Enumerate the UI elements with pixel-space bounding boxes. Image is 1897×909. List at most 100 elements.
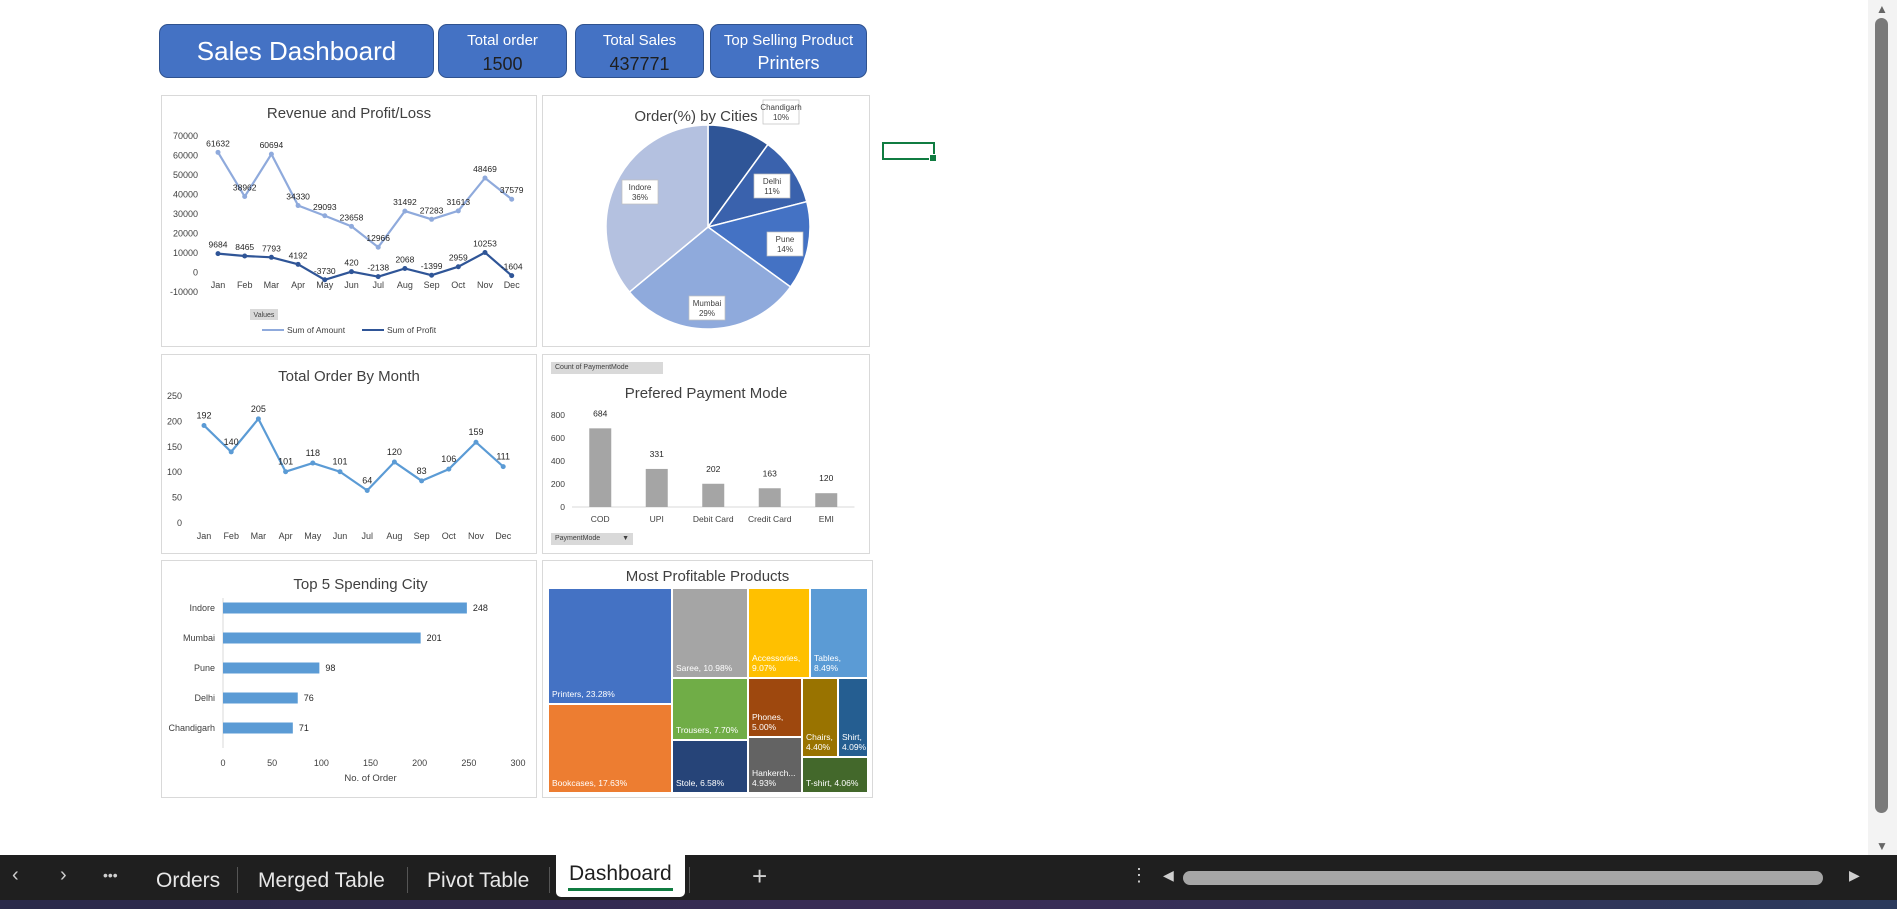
y-tick-label: -10000 [170,287,198,297]
sheet-tab-bar: ‹ › ••• Orders Merged Table Pivot Table … [0,855,1897,900]
x-tick-label: Aug [386,531,402,541]
profit-point [322,277,328,283]
city-bar [223,662,320,674]
orders-point [500,464,506,470]
add-sheet-icon[interactable]: + [752,861,767,892]
fill-handle[interactable] [929,154,937,162]
dropdown-arrow-icon: ▼ [622,535,629,542]
pie-label-pct: 11% [764,187,779,196]
y-tick-label: 200 [167,416,182,426]
top-cities-bar-chart[interactable]: Top 5 Spending City Indore 248 Mumbai 201 Pu… [161,560,537,798]
legend-amount-label: Sum of Amount [287,325,346,335]
profit-data-label: 9684 [209,240,228,250]
cities-pie-chart[interactable]: Order(%) by Cities Chandigarh 10% Delhi 11%… [542,95,870,347]
chevron-right-icon[interactable]: › [60,864,67,887]
profit-data-label: 7793 [262,243,281,253]
orders-data-label: 120 [387,447,402,457]
treemap-tile-label: T-shirt, 4.06% [806,778,859,788]
payment-data-label: 331 [650,449,664,459]
orders-point [446,466,452,472]
more-tabs-icon[interactable]: ••• [103,867,118,883]
pie-chart-plot: Chandigarh10% Delhi11% Pune14% Mumbai29% Ind… [605,99,811,330]
payment-category-label: Debit Card [693,514,734,524]
selected-cell[interactable] [882,142,937,162]
payment-category-label: EMI [819,514,834,524]
scroll-right-icon[interactable]: ▶ [1849,867,1860,884]
x-tick-label: Oct [442,531,457,541]
scroll-left-icon[interactable]: ◀ [1163,867,1174,884]
y-tick-label: 40000 [173,190,198,200]
taskbar-strip [0,900,1897,909]
payment-mode-chart[interactable]: Count of PaymentMode Prefered Payment Mo… [542,354,870,554]
y-tick-label: 70000 [173,131,198,141]
treemap-tile-label: Hankerch... 4.93% [752,768,796,788]
orders-data-label: 101 [278,457,293,467]
treemap-title: Most Profitable Products [625,568,790,585]
city-bar [223,722,293,734]
y-tick-label: 20000 [173,229,198,239]
amount-point [268,151,274,157]
y-tick-label: 0 [193,268,198,278]
top-product-card: Top Selling Product Printers [710,24,867,78]
profit-point [242,253,248,259]
x-tick-label: Feb [237,280,253,290]
paymentmode-filter-button[interactable]: PaymentMode ▼ [551,533,633,545]
orders-point [391,459,397,465]
profit-data-label: 8465 [235,242,254,252]
treemap-tile: Accessories, 9.07% [749,589,809,677]
profit-point [349,269,354,275]
vertical-scrollbar[interactable]: ▲ ▼ [1868,0,1897,855]
orders-data-label: 101 [332,457,347,467]
orders-point [283,469,289,475]
y-tick-label: 50 [172,493,182,503]
city-data-label: 98 [325,663,335,673]
revenue-chart-plot: 70000 60000 50000 40000 30000 20000 10000 0 -100… [170,131,524,335]
x-tick-label: Jul [361,531,373,541]
x-tick-label: Nov [477,280,494,290]
profit-point [455,264,461,270]
profit-data-label: 2959 [449,253,468,263]
pie-label-pct: 10% [773,113,789,122]
top-product-value: Printers [757,53,820,73]
y-tick-label: 200 [551,479,565,489]
payment-category-label: COD [591,514,610,524]
amount-point [375,244,381,250]
horizontal-scroll-thumb[interactable] [1183,871,1823,885]
y-tick-label: 30000 [173,209,198,219]
x-tick-label: Mar [264,280,280,290]
profit-data-label: -2138 [367,263,389,273]
scroll-down-icon[interactable]: ▼ [1876,839,1888,853]
tab-dashboard[interactable]: Dashboard [556,855,685,897]
pie-label-name: Delhi [763,177,781,186]
orders-data-label: 205 [251,404,266,414]
amount-point [402,208,408,214]
orders-point [228,449,234,455]
payment-data-label: 202 [706,464,720,474]
orders-by-month-chart[interactable]: Total Order By Month 250 200 150 100 50 0 Jan F… [161,354,537,554]
x-tick-label: Jun [344,280,359,290]
tab-orders[interactable]: Orders [156,869,220,893]
orders-point [337,469,343,475]
y-tick-label: 10000 [173,248,198,258]
orders-point [473,439,479,445]
total-sales-value: 437771 [609,54,670,74]
x-tick-label: Apr [279,531,293,541]
orders-data-label: 140 [224,437,239,447]
tab-separator [549,867,550,893]
tab-merged-table[interactable]: Merged Table [258,869,385,893]
orders-data-label: 118 [306,448,320,458]
profitable-products-treemap[interactable]: Most Profitable Products Printers, 23.28… [542,560,873,798]
scroll-up-icon[interactable]: ▲ [1876,2,1888,16]
vertical-scroll-thumb[interactable] [1875,18,1888,813]
amount-point [455,208,461,214]
treemap-tile: Chairs, 4.40% [803,679,837,756]
y-tick-label: 250 [167,391,182,401]
more-options-icon[interactable]: ⋮ [1130,865,1148,886]
treemap-tile-label: Bookcases, 17.63% [552,778,628,788]
amount-data-label: 31492 [393,197,417,207]
chevron-left-icon[interactable]: ‹ [12,864,19,887]
revenue-profit-chart[interactable]: Revenue and Profit/Loss 70000 60000 50000 4… [161,95,537,347]
profit-point [429,272,435,278]
tab-pivot-table[interactable]: Pivot Table [427,869,529,893]
amount-point [429,216,435,222]
